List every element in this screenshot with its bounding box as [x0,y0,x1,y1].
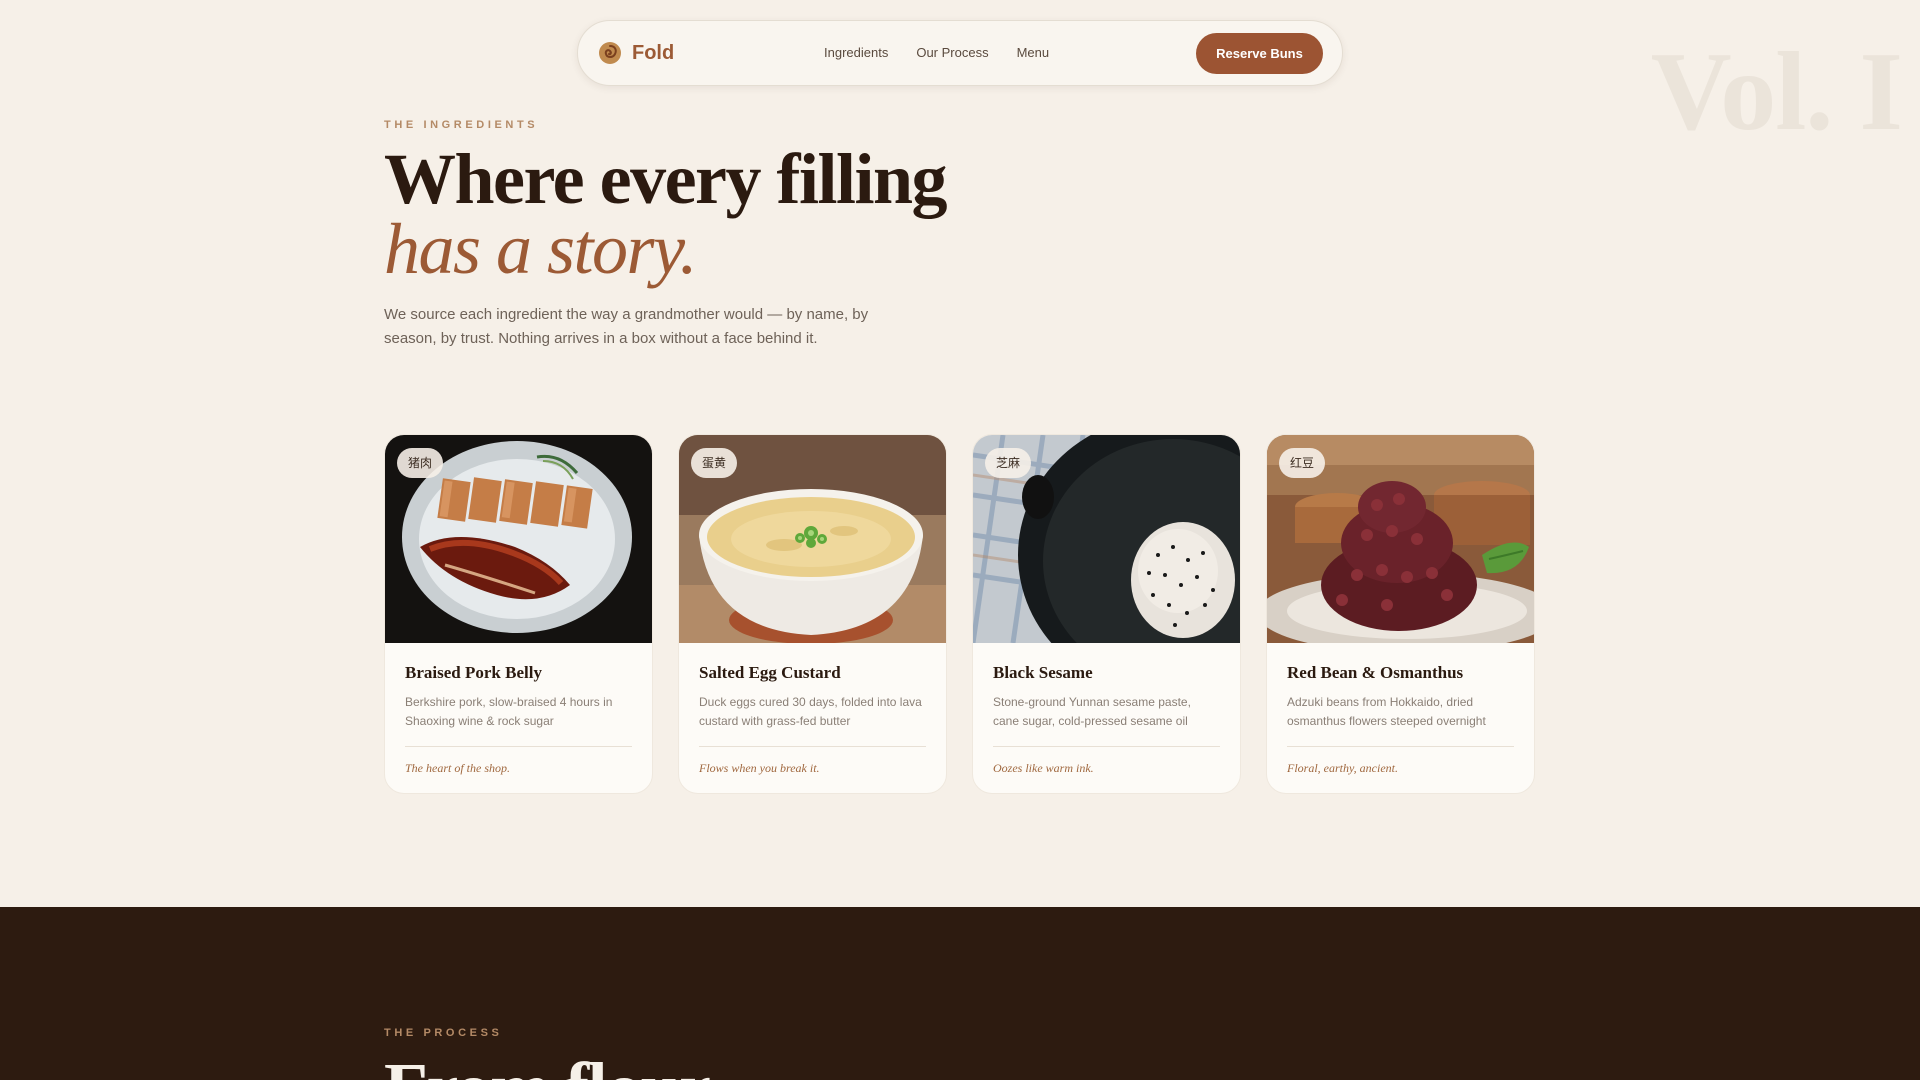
nav-link-our-process[interactable]: Our Process [916,45,988,60]
card-description: Berkshire pork, slow-braised 4 hours in … [405,695,613,728]
process-section: THE PROCESS From flour [0,907,1920,1080]
card-tag-egg: 蛋黄 [691,448,738,478]
card-note: Floral, earthy, ancient. [1287,761,1398,775]
card-title: Salted Egg Custard [699,663,841,682]
card-note: Oozes like warm ink. [993,761,1094,775]
ingredient-cards: 猪肉 Braised Pork Belly Berkshire pork, sl… [384,434,1535,794]
card-title: Red Bean & Osmanthus [1287,663,1464,682]
card-note: The heart of the shop. [405,761,510,775]
card-description: Stone-ground Yunnan sesame paste, cane s… [993,695,1191,728]
ingredients-eyebrow: THE INGREDIENTS [384,119,539,131]
nav-link-menu[interactable]: Menu [1017,45,1050,60]
brand-logo[interactable]: Fold [598,41,674,65]
black-sesame-photo: 芝麻 [973,435,1240,643]
ingredient-card-egg-custard[interactable]: 蛋黄 Salted Egg Custard Duck eggs cured 30… [678,434,947,794]
card-title: Black Sesame [993,663,1093,682]
card-divider [405,746,632,747]
card-tag-sesame: 芝麻 [985,448,1032,478]
ingredient-card-red-bean[interactable]: 红豆 Red Bean & Osmanthus Adzuki beans fro… [1266,434,1535,794]
card-tag-red-bean: 红豆 [1279,448,1326,478]
process-headline: From flour [384,1052,711,1080]
ingredient-card-pork-belly[interactable]: 猪肉 Braised Pork Belly Berkshire pork, sl… [384,434,653,794]
process-eyebrow: THE PROCESS [384,1027,503,1039]
card-title: Braised Pork Belly [405,663,542,682]
top-navigation: Fold Ingredients Our Process Menu Reserv… [577,20,1343,86]
reserve-buns-button[interactable]: Reserve Buns [1196,33,1323,74]
bun-swirl-icon [599,42,621,64]
headline-line-1: Where every filling [384,139,948,219]
card-divider [993,746,1220,747]
nav-links: Ingredients Our Process Menu [824,45,1049,60]
nav-link-ingredients[interactable]: Ingredients [824,45,888,60]
volume-watermark: Vol. I [1650,30,1903,154]
red-bean-photo: 红豆 [1267,435,1534,643]
hero-headline: Where every filling has a story. [384,139,948,289]
card-note: Flows when you break it. [699,761,820,775]
hero-lead-paragraph: We source each ingredient the way a gran… [384,306,869,347]
pork-belly-photo: 猪肉 [385,435,652,643]
card-divider [1287,746,1514,747]
headline-line-2: has a story. [384,209,698,289]
card-description: Duck eggs cured 30 days, folded into lav… [699,695,922,728]
card-tag-pork: 猪肉 [397,448,444,478]
card-divider [699,746,926,747]
ingredient-card-black-sesame[interactable]: 芝麻 Black Sesame Stone-ground Yunnan sesa… [972,434,1241,794]
brand-name: Fold [632,41,675,64]
card-description: Adzuki beans from Hokkaido, dried osmant… [1287,695,1486,728]
egg-custard-photo: 蛋黄 [679,435,946,643]
